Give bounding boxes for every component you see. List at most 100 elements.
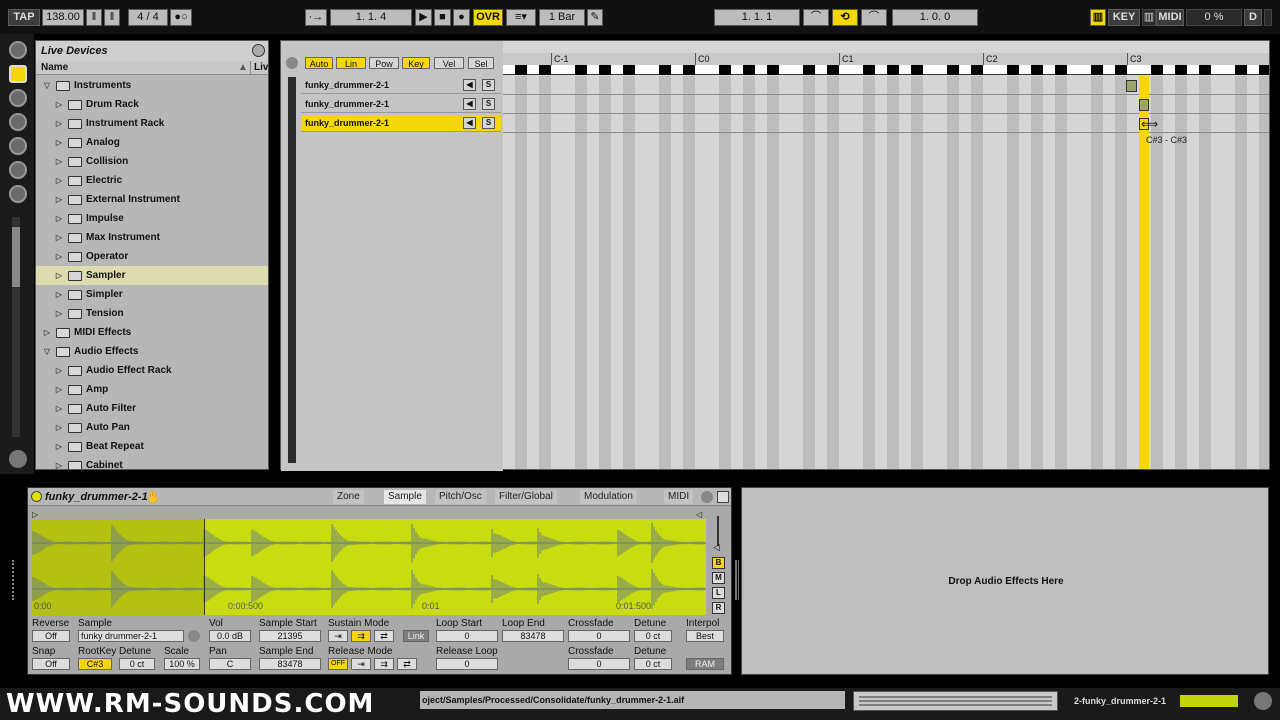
loop-length-field[interactable]: 1. 0. 0 [892, 9, 978, 26]
black-key[interactable] [803, 65, 815, 75]
vol-field[interactable]: 0.0 dB [209, 630, 251, 642]
collapsed-arrow-icon[interactable]: ▷ [54, 456, 64, 469]
browser-item-analog[interactable]: ▷ Analog [36, 133, 268, 152]
snap-toggle[interactable]: Off [32, 658, 70, 670]
side-button-l[interactable]: L [712, 587, 725, 599]
wave-icon[interactable] [9, 450, 27, 468]
sample-end-marker-icon[interactable]: ◁ [696, 510, 702, 519]
black-key[interactable] [1007, 65, 1019, 75]
hotswap-sample-icon[interactable] [188, 630, 200, 642]
crossfade-row2-field[interactable]: 0 [568, 658, 630, 670]
collapsed-arrow-icon[interactable]: ▷ [54, 437, 64, 456]
track-overview[interactable] [853, 691, 1058, 711]
black-key[interactable] [887, 65, 899, 75]
black-key[interactable] [623, 65, 635, 75]
release-loop-field[interactable]: 0 [436, 658, 498, 670]
loop-end-field[interactable]: 83478 [502, 630, 564, 642]
browser-item-max-instrument[interactable]: ▷ Max Instrument [36, 228, 268, 247]
scale-field[interactable]: 100 % [164, 658, 200, 670]
sample-start-marker-icon[interactable]: ▷ [32, 510, 38, 519]
sustain-loop-forward-icon[interactable]: ⇉ [351, 630, 371, 642]
tap-button[interactable]: TAP [8, 9, 40, 26]
black-key[interactable] [827, 65, 839, 75]
zone-row[interactable]: funky_drummer-2-1 ◀ S [301, 77, 501, 94]
solo-button[interactable]: S [482, 98, 495, 110]
browser-item-tension[interactable]: ▷ Tension [36, 304, 268, 323]
time-signature[interactable]: 4 / 4 [128, 9, 168, 26]
collapsed-arrow-icon[interactable]: ▷ [54, 361, 64, 380]
collapsed-arrow-icon[interactable]: ▷ [54, 152, 64, 171]
link-button[interactable]: Link [403, 630, 429, 642]
metronome-icon[interactable]: ●○ [170, 9, 192, 26]
record-icon[interactable]: ● [453, 9, 470, 26]
black-key[interactable] [575, 65, 587, 75]
device-grip-left[interactable] [12, 560, 20, 600]
browser-item-audio-effect-rack[interactable]: ▷ Audio Effect Rack [36, 361, 268, 380]
collapsed-arrow-icon[interactable]: ▷ [54, 285, 64, 304]
collapsed-arrow-icon[interactable]: ▷ [54, 304, 64, 323]
browser-item-collision[interactable]: ▷ Collision [36, 152, 268, 171]
browser-item-auto-filter[interactable]: ▷ Auto Filter [36, 399, 268, 418]
file-browser-2-icon[interactable] [9, 137, 27, 155]
nudge-down-icon[interactable]: ‖ [86, 9, 102, 26]
side-button-b[interactable]: B [712, 557, 725, 569]
loop-start-field[interactable]: 0 [436, 630, 498, 642]
collapsed-arrow-icon[interactable]: ▷ [54, 209, 64, 228]
mode-button-lin[interactable]: Lin [336, 57, 366, 69]
loop-switch-icon[interactable]: ⟲ [832, 9, 858, 26]
black-key[interactable] [1259, 65, 1269, 75]
tempo-field[interactable]: 138.00 [42, 9, 84, 26]
collapsed-arrow-icon[interactable]: ▷ [54, 190, 64, 209]
sample-start-field[interactable]: 21395 [259, 630, 321, 642]
browser-item-impulse[interactable]: ▷ Impulse [36, 209, 268, 228]
collapsed-arrow-icon[interactable]: ▷ [54, 399, 64, 418]
punch-out-icon[interactable]: ⌒ [861, 9, 887, 26]
browser-item-amp[interactable]: ▷ Amp [36, 380, 268, 399]
sample-start-line[interactable] [204, 519, 205, 615]
midi-map-icon[interactable]: ▥ [1142, 9, 1156, 26]
piano-keys[interactable] [503, 65, 1269, 75]
mode-button-sel[interactable]: Sel [468, 57, 494, 69]
device-power-icon[interactable] [31, 491, 42, 502]
collapsed-arrow-icon[interactable]: ▷ [54, 247, 64, 266]
tab-filter-global[interactable]: Filter/Global [495, 490, 557, 504]
live-column[interactable]: Liv [250, 61, 268, 75]
browser-item-electric[interactable]: ▷ Electric [36, 171, 268, 190]
tab-sample[interactable]: Sample [384, 490, 426, 504]
speaker-icon[interactable]: ◀ [463, 117, 476, 129]
black-key[interactable] [719, 65, 731, 75]
browser-item-cabinet[interactable]: ▷ Cabinet [36, 456, 268, 469]
expanded-arrow-icon[interactable]: ▽ [42, 76, 52, 95]
mode-button-vel[interactable]: Vel [434, 57, 464, 69]
tab-pitch-osc[interactable]: Pitch/Osc [435, 490, 486, 504]
side-button-r[interactable]: R [712, 602, 725, 614]
zone-2[interactable] [1139, 99, 1149, 111]
file-browser-3-icon[interactable] [9, 161, 27, 179]
collapsed-arrow-icon[interactable]: ▷ [54, 266, 64, 285]
black-key[interactable] [683, 65, 695, 75]
release-no-loop-icon[interactable]: ⇥ [351, 658, 371, 670]
collapsed-arrow-icon[interactable]: ▷ [54, 228, 64, 247]
solo-button[interactable]: S [482, 117, 495, 129]
overdub-button[interactable]: OVR [473, 9, 503, 26]
browser-item-external-instrument[interactable]: ▷ External Instrument [36, 190, 268, 209]
nudge-up-icon[interactable]: ‖ [104, 9, 120, 26]
sustain-loop-backforth-icon[interactable]: ⇄ [374, 630, 394, 642]
zone-row[interactable]: funky_drummer-2-1 ◀ S [301, 96, 501, 113]
solo-button[interactable]: S [482, 79, 495, 91]
black-key[interactable] [1091, 65, 1103, 75]
black-key[interactable] [743, 65, 755, 75]
black-key[interactable] [1115, 65, 1127, 75]
quantize-select[interactable]: 1 Bar [539, 9, 585, 26]
plugins-browser-icon[interactable] [9, 89, 27, 107]
browser-item-audio-effects[interactable]: ▽ Audio Effects [36, 342, 268, 361]
collapsed-arrow-icon[interactable]: ▷ [54, 114, 64, 133]
zone-editor-toggle-icon[interactable] [286, 57, 298, 69]
browser-item-midi-effects[interactable]: ▷ MIDI Effects [36, 323, 268, 342]
pan-field[interactable]: C [209, 658, 251, 670]
side-button-m[interactable]: M [712, 572, 725, 584]
black-key[interactable] [515, 65, 527, 75]
speaker-icon[interactable]: ◀ [463, 79, 476, 91]
sample-waveform[interactable]: 0:00 0:00:500 0:01 0:01:500 [32, 519, 706, 615]
detune-row2-field[interactable]: 0 ct [119, 658, 155, 670]
